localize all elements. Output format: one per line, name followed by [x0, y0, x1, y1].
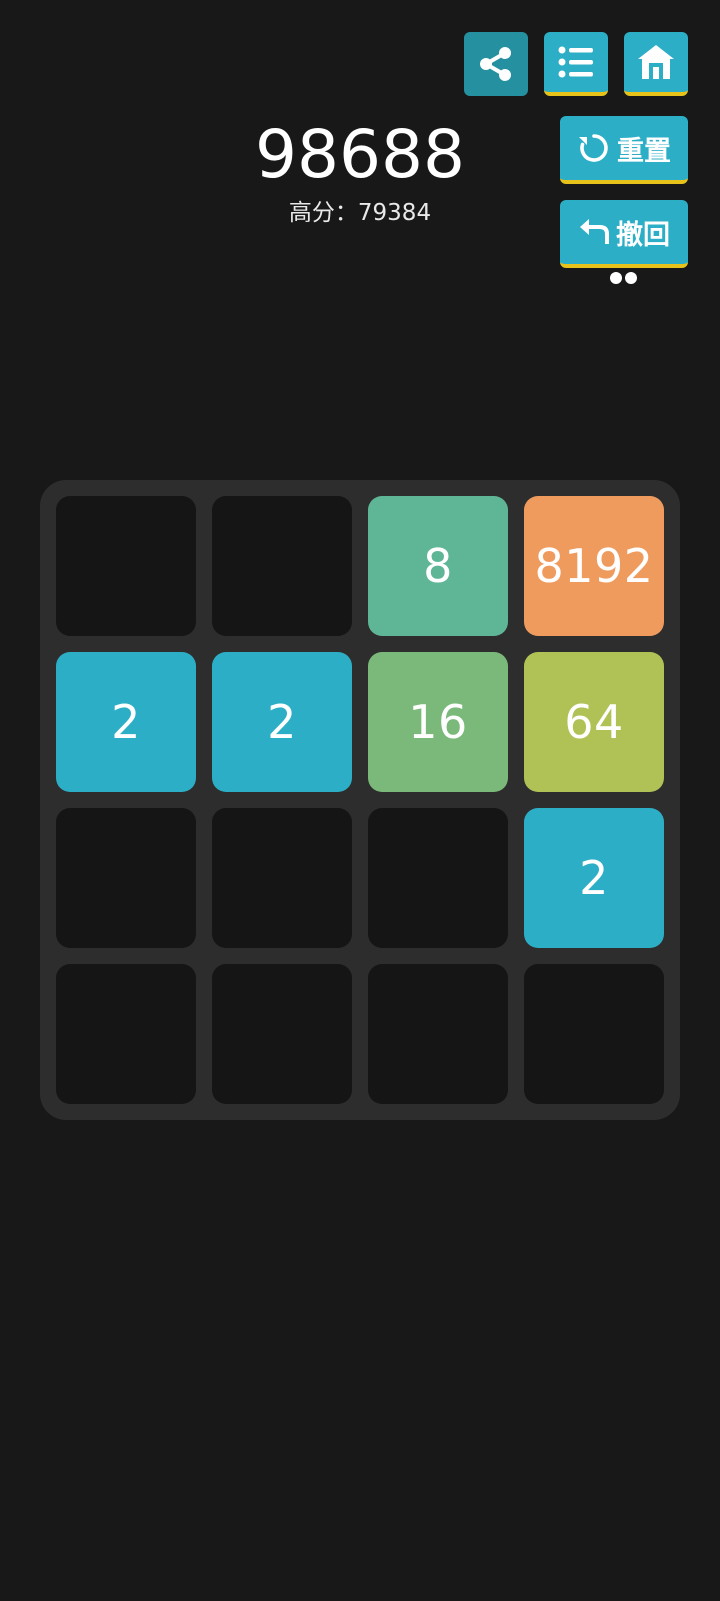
tile-64: 64 — [524, 652, 664, 792]
home-button[interactable] — [624, 32, 688, 96]
reset-button[interactable]: 重置 — [560, 116, 688, 184]
tile-2: 2 — [212, 652, 352, 792]
undo-button[interactable]: 撤回 — [560, 200, 688, 268]
reset-label: 重置 — [617, 135, 671, 167]
undo-dot — [625, 272, 637, 284]
empty-cell — [212, 808, 352, 948]
tile-2: 2 — [56, 652, 196, 792]
game-screen: 98688 高分：79384 重置 撤回 8 8192 2 2 16 64 2 — [0, 0, 720, 1601]
restart-icon — [579, 134, 608, 162]
undo-count-indicator — [610, 272, 637, 284]
undo-label: 撤回 — [616, 219, 670, 251]
best-score: 高分：79384 — [288, 200, 432, 226]
empty-cell — [368, 964, 508, 1104]
empty-cell — [368, 808, 508, 948]
undo-icon — [580, 219, 609, 244]
home-icon — [638, 45, 674, 79]
tile-16: 16 — [368, 652, 508, 792]
undo-dot — [610, 272, 622, 284]
list-icon — [558, 46, 593, 78]
tile-8: 8 — [368, 496, 508, 636]
empty-cell — [212, 496, 352, 636]
game-board[interactable]: 8 8192 2 2 16 64 2 — [40, 480, 680, 1120]
list-button[interactable] — [544, 32, 608, 96]
tile-8192: 8192 — [524, 496, 664, 636]
share-icon — [480, 47, 511, 81]
share-button[interactable] — [464, 32, 528, 96]
empty-cell — [524, 964, 664, 1104]
current-score: 98688 — [255, 116, 465, 193]
tile-2: 2 — [524, 808, 664, 948]
empty-cell — [56, 808, 196, 948]
empty-cell — [56, 964, 196, 1104]
empty-cell — [56, 496, 196, 636]
empty-cell — [212, 964, 352, 1104]
